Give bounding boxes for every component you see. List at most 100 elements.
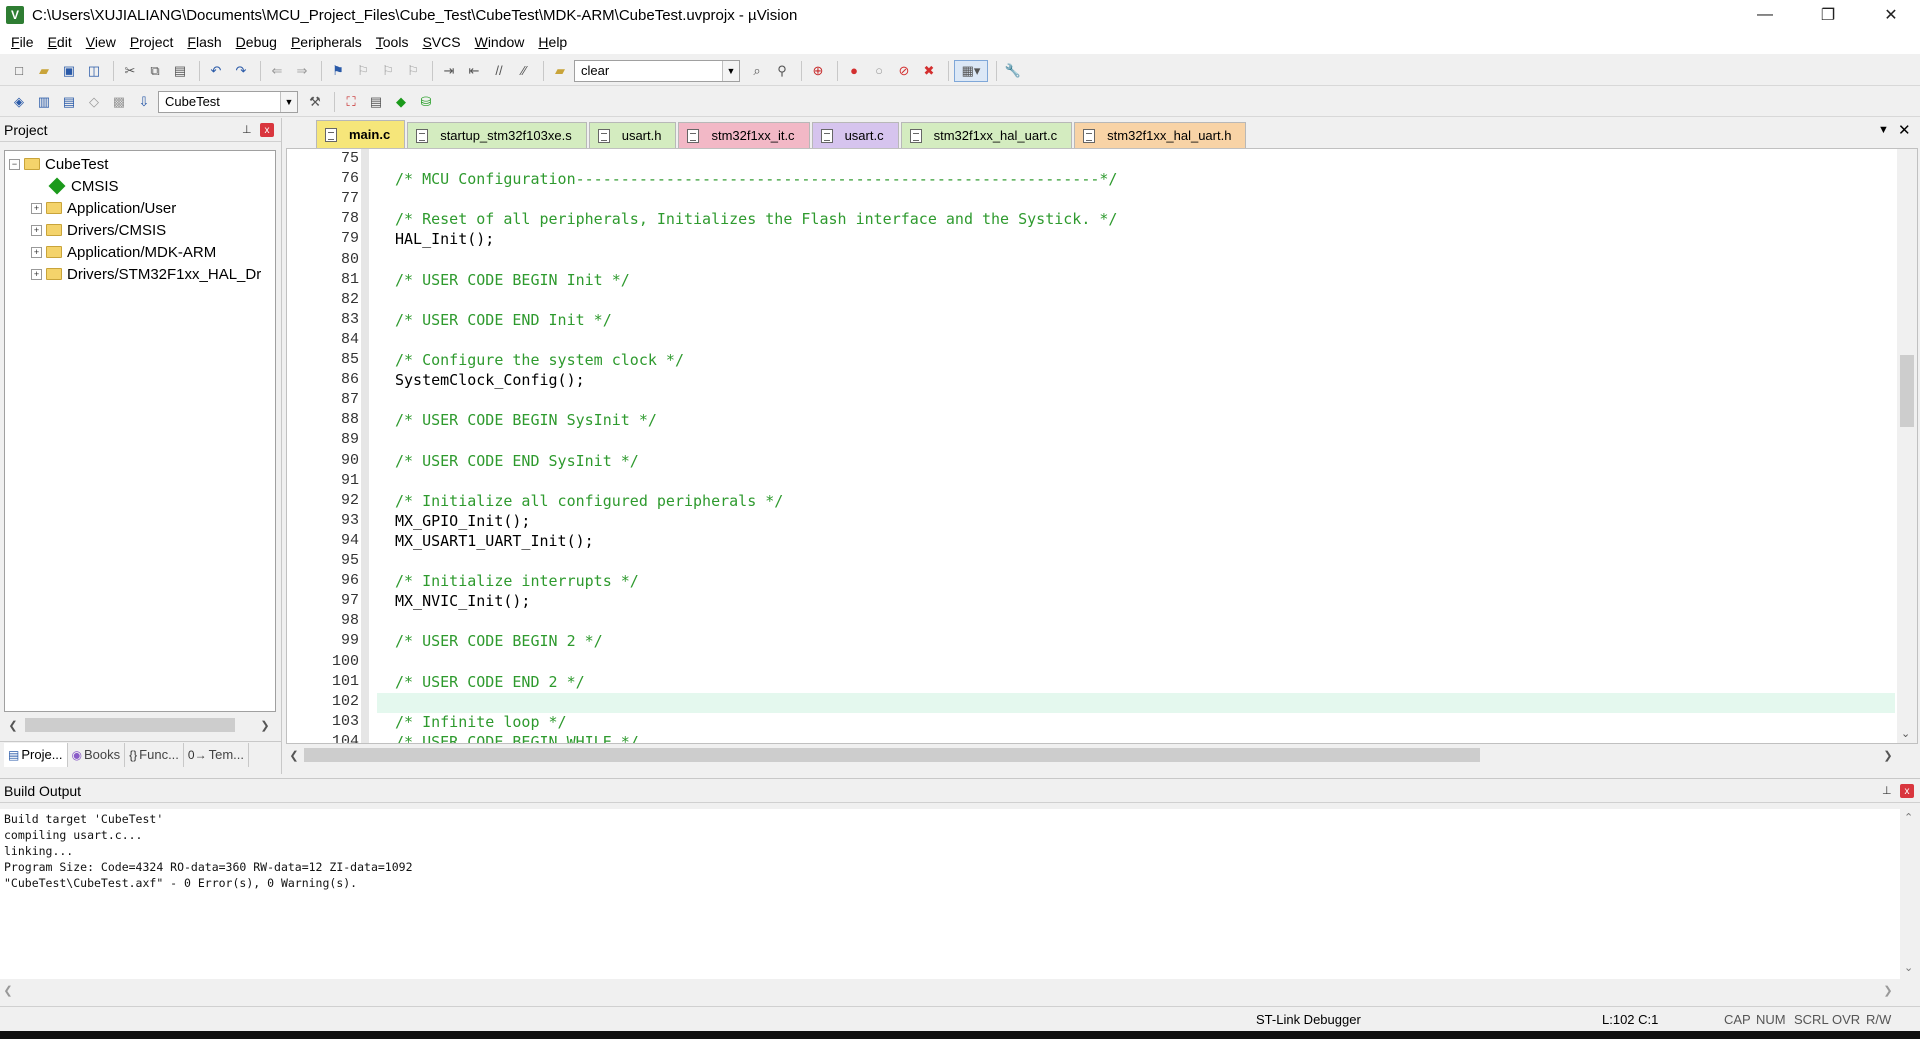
prev-bookmark-icon[interactable]: ⚐ xyxy=(352,60,374,82)
run-time-environment-icon[interactable]: ◆ xyxy=(390,91,412,113)
build-icon[interactable]: ▥ xyxy=(33,91,55,113)
unindent-icon[interactable]: ⇤ xyxy=(463,60,485,82)
scroll-left-icon[interactable]: ❮ xyxy=(0,981,16,999)
expand-icon[interactable]: + xyxy=(31,224,42,236)
next-bookmark-icon[interactable]: ⚐ xyxy=(377,60,399,82)
tree-item-cmsis[interactable]: CMSIS xyxy=(48,175,119,197)
close-pane-icon[interactable]: x xyxy=(260,123,274,137)
tab-usart-c[interactable]: usart.c xyxy=(811,122,899,148)
tab-usart-h[interactable]: usart.h xyxy=(588,122,677,148)
stop-build-icon[interactable]: ▩ xyxy=(108,91,130,113)
build-horizontal-scrollbar[interactable]: ❮ ❯ xyxy=(0,981,1900,999)
scrollbar-thumb[interactable] xyxy=(304,748,1480,762)
menu-help[interactable]: Help xyxy=(531,34,574,50)
menu-tools[interactable]: Tools xyxy=(369,34,416,50)
save-icon[interactable]: ▣ xyxy=(58,60,80,82)
scroll-right-icon[interactable]: ❯ xyxy=(1880,981,1896,999)
redo-icon[interactable]: ↷ xyxy=(230,60,252,82)
collapse-icon[interactable]: − xyxy=(9,158,20,170)
clear-bookmarks-icon[interactable]: ⚐ xyxy=(402,60,424,82)
menu-file[interactable]: File xyxy=(4,34,41,50)
menu-flash[interactable]: Flash xyxy=(180,34,228,50)
uncomment-icon[interactable]: ⁄⁄ xyxy=(513,60,535,82)
indent-icon[interactable]: ⇥ xyxy=(438,60,460,82)
tab-startup-s[interactable]: startup_stm32f103xe.s xyxy=(407,122,587,148)
open-file-icon[interactable]: ▰ xyxy=(33,60,55,82)
find-combo[interactable]: clear ▼ xyxy=(574,59,740,82)
kill-all-breakpoints-icon[interactable]: ✖ xyxy=(918,60,940,82)
new-file-icon[interactable]: □ xyxy=(8,60,30,82)
pin-icon[interactable]: ⊥ xyxy=(1882,784,1892,797)
download-icon[interactable]: ⇩ xyxy=(133,91,155,113)
scroll-left-icon[interactable]: ❮ xyxy=(286,746,302,764)
menu-svcs[interactable]: SVCS xyxy=(415,34,467,50)
scroll-up-icon[interactable]: ⌃ xyxy=(1904,811,1913,824)
scroll-right-icon[interactable]: ❯ xyxy=(1880,746,1896,764)
comment-icon[interactable]: // xyxy=(488,60,510,82)
scroll-down-icon[interactable]: ⌄ xyxy=(1904,961,1913,974)
window-layout-icon[interactable]: ▦▾ xyxy=(954,59,988,82)
tree-item-application-mdk-arm[interactable]: + Application/MDK-ARM xyxy=(31,241,216,263)
expand-icon[interactable]: + xyxy=(31,246,42,258)
maximize-button[interactable]: ❐ xyxy=(1805,0,1851,30)
scroll-left-icon[interactable]: ❮ xyxy=(5,716,21,734)
scroll-right-icon[interactable]: ❯ xyxy=(257,716,273,734)
paste-icon[interactable]: ▤ xyxy=(169,60,191,82)
tree-item-application-user[interactable]: + Application/User xyxy=(31,197,176,219)
manage-components-icon[interactable]: ⛶ xyxy=(340,91,362,113)
tab-books[interactable]: ◉ Books xyxy=(68,742,126,767)
expand-icon[interactable]: + xyxy=(31,202,42,214)
project-horizontal-scrollbar[interactable]: ❮ ❯ xyxy=(5,716,275,734)
tab-list-chevron-icon[interactable]: ▼ xyxy=(1878,124,1889,136)
copy-icon[interactable]: ⧉ xyxy=(144,60,166,82)
tab-templates[interactable]: 0→ Tem... xyxy=(184,742,250,767)
find-icon[interactable]: ⌕ xyxy=(746,60,768,82)
menu-project[interactable]: Project xyxy=(123,34,181,50)
breakpoint-icon[interactable]: ● xyxy=(843,60,865,82)
disable-breakpoint-icon[interactable]: ○ xyxy=(868,60,890,82)
pack-installer-icon[interactable]: ⛁ xyxy=(415,91,437,113)
tab-project[interactable]: ▤ Proje... xyxy=(4,742,68,767)
tab-hal-uart-h[interactable]: stm32f1xx_hal_uart.h xyxy=(1074,122,1247,148)
tab-main-c[interactable]: main.c xyxy=(316,120,406,148)
find-in-files-icon[interactable]: ▰ xyxy=(549,60,571,82)
chevron-down-icon[interactable]: ▼ xyxy=(280,91,297,112)
batch-build-icon[interactable]: ◇ xyxy=(83,91,105,113)
scroll-down-icon[interactable]: ⌄ xyxy=(1901,727,1910,740)
tree-item-drivers-cmsis[interactable]: + Drivers/CMSIS xyxy=(31,219,166,241)
tab-stm32f1xx-it-c[interactable]: stm32f1xx_it.c xyxy=(678,122,810,148)
target-options-icon[interactable]: ⚒ xyxy=(304,91,326,113)
editor-vertical-scrollbar[interactable]: ⌄ xyxy=(1897,149,1917,743)
scrollbar-thumb[interactable] xyxy=(25,718,235,732)
tree-item-drivers-hal[interactable]: + Drivers/STM32F1xx_HAL_Dr xyxy=(31,263,261,285)
menu-debug[interactable]: Debug xyxy=(229,34,284,50)
rebuild-icon[interactable]: ▤ xyxy=(58,91,80,113)
pin-icon[interactable]: ⊥ xyxy=(242,123,252,136)
minimize-button[interactable]: — xyxy=(1742,0,1788,30)
scrollbar-thumb[interactable] xyxy=(1900,355,1914,427)
debug-session-icon[interactable]: ⊕ xyxy=(807,60,829,82)
tab-functions[interactable]: {} Func... xyxy=(125,742,184,767)
disable-all-breakpoints-icon[interactable]: ⊘ xyxy=(893,60,915,82)
target-combo[interactable]: CubeTest ▼ xyxy=(158,90,298,113)
file-extensions-icon[interactable]: ▤ xyxy=(365,91,387,113)
code-editor[interactable]: 75 76 77 78 79 80 81 82 83 84 85 86 87 88 89 90 91 92 93 94… xyxy=(286,148,1918,744)
tree-item-project-root[interactable]: − CubeTest xyxy=(9,153,108,175)
close-pane-icon[interactable]: x xyxy=(1900,784,1914,798)
editor-horizontal-scrollbar[interactable]: ❮ ❯ xyxy=(286,746,1918,764)
chevron-down-icon[interactable]: ▼ xyxy=(722,60,739,81)
cut-icon[interactable]: ✂ xyxy=(119,60,141,82)
menu-edit[interactable]: Edit xyxy=(41,34,79,50)
save-all-icon[interactable]: ◫ xyxy=(83,60,105,82)
bookmark-icon[interactable]: ⚑ xyxy=(327,60,349,82)
menu-window[interactable]: Window xyxy=(468,34,532,50)
build-output-text[interactable]: Build target 'CubeTest' compiling usart.… xyxy=(0,809,1900,979)
build-vertical-scrollbar[interactable]: ⌃ ⌄ xyxy=(1900,809,1920,979)
expand-icon[interactable]: + xyxy=(31,268,42,280)
translate-icon[interactable]: ◈ xyxy=(8,91,30,113)
close-tab-icon[interactable]: ✕ xyxy=(1898,121,1911,139)
navigate-forward-icon[interactable]: ⇒ xyxy=(291,60,313,82)
incremental-find-icon[interactable]: ⚲ xyxy=(771,60,793,82)
menu-view[interactable]: View xyxy=(79,34,123,50)
navigate-back-icon[interactable]: ⇐ xyxy=(266,60,288,82)
